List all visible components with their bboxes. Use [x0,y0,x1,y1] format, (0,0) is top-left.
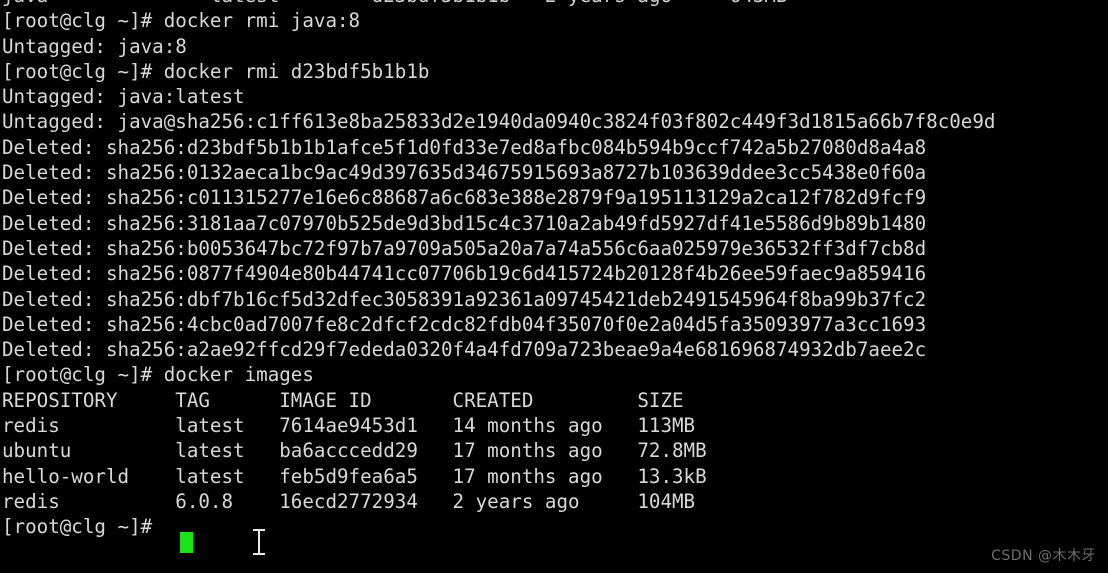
terminal-line: Deleted: sha256:b0053647bc72f97b7a9709a5… [2,236,927,260]
terminal-line: java latest d23bdf5b1b1b 2 years ago 643… [0,0,1108,8]
table-row: redis latest 7614ae9453d1 14 months ago … [2,414,696,438]
ibeam-cap-bottom [253,553,265,555]
table-row: ubuntu latest ba6acccedd29 17 months ago… [2,439,707,463]
terminal-line: Deleted: sha256:dbf7b16cf5d32dfec3058391… [2,287,927,311]
terminal-line: Untagged: java:latest [2,85,245,109]
terminal-line: Deleted: sha256:0877f4904e80b44741cc0770… [2,262,927,286]
terminal-line: Deleted: sha256:0132aeca1bc9ac49d397635d… [2,161,927,185]
text-cursor [180,532,193,553]
images-table-header-row: REPOSITORY TAG IMAGE ID CREATED SIZE [2,388,684,412]
terminal-line: Deleted: sha256:a2ae92ffcd29f7ededa0320f… [2,338,927,362]
terminal-line: Deleted: sha256:3181aa7c07970b525de9d3bd… [2,211,927,235]
terminal-line: Untagged: java:8 [2,34,187,58]
terminal-line-command-docker-images: [root@clg ~]# docker images [2,363,314,387]
terminal-line-command-rmi-imageid: [root@clg ~]# docker rmi d23bdf5b1b1b [2,59,430,83]
terminal-line: Deleted: sha256:c011315277e16e6c88687a6c… [2,186,927,210]
table-row: hello-world latest feb5d9fea6a5 17 month… [2,464,707,488]
terminal-line: Deleted: sha256:d23bdf5b1b1b1afce5f1d0fd… [2,135,927,159]
terminal-line-active-prompt: [root@clg ~]# [2,515,164,539]
table-row: redis 6.0.8 16ecd2772934 2 years ago 104… [2,489,696,513]
terminal-line: Deleted: sha256:4cbc0ad7007fe8c2dfcf2cdc… [2,312,927,336]
terminal-line-command-rmi-java8: [root@clg ~]# docker rmi java:8 [2,9,361,33]
terminal-window[interactable]: java latest d23bdf5b1b1b 2 years ago 643… [0,0,1108,573]
terminal-output-buffer[interactable]: java latest d23bdf5b1b1b 2 years ago 643… [0,0,1108,540]
watermark: CSDN @木木牙 [991,548,1096,564]
terminal-line: Untagged: java@sha256:c1ff613e8ba25833d2… [2,110,996,134]
